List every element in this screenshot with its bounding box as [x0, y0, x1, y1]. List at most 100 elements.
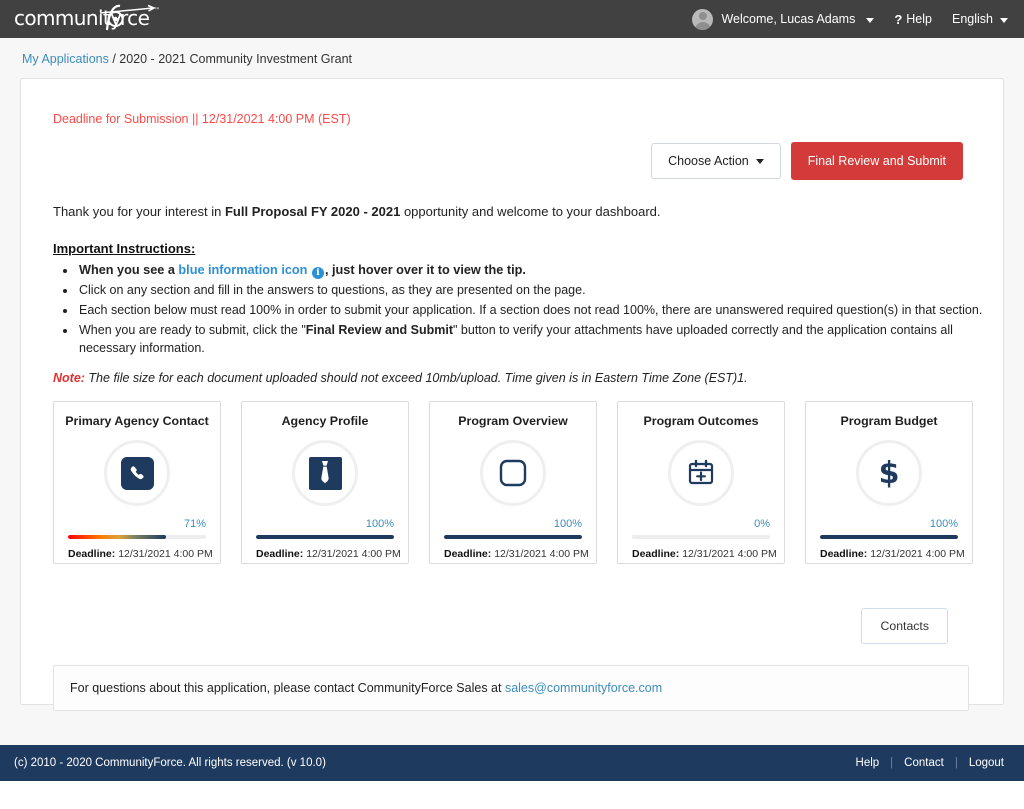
section-deadline: Deadline: 12/31/2021 4:00 PM — [806, 539, 972, 560]
support-question-box: For questions about this application, pl… — [53, 665, 969, 711]
section-card-agency-profile[interactable]: Agency Profile 100% Deadline: 12/31/20 — [241, 401, 409, 564]
help-label: Help — [906, 12, 932, 26]
instructions-list: When you see a blue information icon i, … — [21, 261, 1003, 358]
main-content-card: Deadline for Submission || 12/31/2021 4:… — [20, 78, 1004, 705]
deadline-banner: Deadline for Submission || 12/31/2021 4:… — [21, 79, 1003, 126]
section-icon-ring — [480, 440, 546, 506]
section-icon-ring: $ — [856, 440, 922, 506]
question-mark-icon: ? — [894, 12, 902, 27]
section-deadline-value: 12/31/2021 4:00 PM — [118, 548, 213, 560]
section-title: Program Outcomes — [618, 402, 784, 428]
choose-action-button[interactable]: Choose Action — [651, 143, 781, 179]
section-deadline-value: 12/31/2021 4:00 PM — [306, 548, 401, 560]
section-deadline-label: Deadline: — [68, 548, 115, 560]
section-icon-ring — [104, 440, 170, 506]
section-deadline: Deadline: 12/31/2021 4:00 PM — [54, 539, 220, 560]
top-header-bar: community rce ™ Welcome, Lucas Adams ? H… — [0, 0, 1024, 38]
instruction-1-pre: When you see a — [79, 263, 178, 277]
footer-link-contact[interactable]: Contact — [893, 757, 955, 769]
instruction-1-post: , just hover over it to view the tip. — [325, 263, 526, 277]
section-percent: 100% — [242, 519, 408, 530]
phone-icon — [121, 457, 154, 490]
intro-post: opportunity and welcome to your dashboar… — [400, 204, 660, 219]
chevron-down-icon — [756, 159, 764, 164]
sales-email-link[interactable]: sales@communityforce.com — [505, 681, 662, 695]
chevron-down-icon — [1000, 18, 1008, 23]
svg-text:$: $ — [879, 456, 900, 490]
necktie-icon — [309, 457, 342, 490]
final-review-submit-button[interactable]: Final Review and Submit — [791, 142, 963, 180]
section-deadline-value: 12/31/2021 4:00 PM — [682, 548, 777, 560]
footer-copyright: (c) 2010 - 2020 CommunityForce. All righ… — [14, 757, 326, 769]
section-icon-ring — [292, 440, 358, 506]
note-label: Note: — [53, 371, 85, 385]
header-right-group: Welcome, Lucas Adams ? Help English — [692, 9, 1008, 30]
section-card-program-budget[interactable]: Program Budget $ 100% Deadline: 12/31/20… — [805, 401, 973, 564]
section-deadline: Deadline: 12/31/2021 4:00 PM — [430, 539, 596, 560]
section-deadline-label: Deadline: — [444, 548, 491, 560]
welcome-user-menu[interactable]: Welcome, Lucas Adams — [692, 9, 874, 30]
welcome-label: Welcome, Lucas Adams — [721, 12, 855, 26]
section-card-program-overview[interactable]: Program Overview 100% Deadline: 12/31/20… — [429, 401, 597, 564]
page-root: community rce ™ Welcome, Lucas Adams ? H… — [0, 0, 1024, 809]
rounded-square-outline-icon — [498, 458, 528, 488]
section-title: Program Budget — [806, 402, 972, 428]
action-button-row: Choose Action Final Review and Submit — [21, 126, 1003, 180]
section-percent: 100% — [430, 519, 596, 530]
breadcrumb-separator: / — [109, 52, 119, 66]
chevron-down-icon — [866, 18, 874, 23]
info-icon: i — [312, 267, 324, 279]
communityforce-logo[interactable]: community rce ™ — [14, 4, 162, 34]
breadcrumb: My Applications / 2020 - 2021 Community … — [0, 38, 1024, 78]
instruction-1-blue: blue information icon — [178, 263, 307, 277]
footer-link-logout[interactable]: Logout — [958, 757, 1004, 769]
section-title: Primary Agency Contact — [54, 402, 220, 428]
contacts-button-row: Contacts — [21, 564, 1003, 644]
instruction-item-1: When you see a blue information icon i, … — [77, 261, 1003, 280]
instruction-item-4: When you are ready to submit, click the … — [77, 321, 1003, 359]
section-card-primary-agency-contact[interactable]: Primary Agency Contact 71% Deadline: 12/… — [53, 401, 221, 564]
section-deadline-label: Deadline: — [632, 548, 679, 560]
user-avatar-icon — [692, 9, 713, 30]
svg-text:™: ™ — [154, 7, 160, 14]
page-bottom-space — [0, 781, 1024, 809]
section-deadline-value: 12/31/2021 4:00 PM — [870, 548, 965, 560]
section-deadline-value: 12/31/2021 4:00 PM — [494, 548, 589, 560]
language-label: English — [952, 12, 993, 26]
footer-link-help[interactable]: Help — [845, 757, 891, 769]
language-menu[interactable]: English — [952, 12, 1008, 26]
calendar-plus-icon — [686, 458, 716, 488]
section-deadline-label: Deadline: — [820, 548, 867, 560]
instruction-item-2: Click on any section and fill in the ans… — [77, 281, 1003, 300]
section-card-program-outcomes[interactable]: Program Outcomes 0% — [617, 401, 785, 564]
section-icon-ring — [668, 440, 734, 506]
intro-opportunity-name: Full Proposal FY 2020 - 2021 — [225, 204, 400, 219]
contacts-button[interactable]: Contacts — [861, 608, 948, 644]
breadcrumb-link-my-applications[interactable]: My Applications — [22, 52, 109, 66]
section-card-row: Primary Agency Contact 71% Deadline: 12/… — [21, 385, 1003, 564]
section-percent: 0% — [618, 519, 784, 530]
section-title: Agency Profile — [242, 402, 408, 428]
note-text: Note: The file size for each document up… — [21, 359, 1003, 385]
intro-pre: Thank you for your interest in — [53, 204, 225, 219]
breadcrumb-current: 2020 - 2021 Community Investment Grant — [119, 52, 352, 66]
instructions-title: Important Instructions: — [21, 219, 1003, 256]
footer-links: Help|Contact|Logout — [845, 757, 1004, 769]
instruction-item-3: Each section below must read 100% in ord… — [77, 301, 1003, 320]
instruction-4-pre: When you are ready to submit, click the … — [79, 323, 306, 337]
section-title: Program Overview — [430, 402, 596, 428]
footer-bar: (c) 2010 - 2020 CommunityForce. All righ… — [0, 745, 1024, 781]
choose-action-label: Choose Action — [668, 154, 749, 168]
section-deadline: Deadline: 12/31/2021 4:00 PM — [618, 539, 784, 560]
dollar-sign-icon: $ — [872, 456, 906, 490]
section-deadline-label: Deadline: — [256, 548, 303, 560]
note-body: The file size for each document uploaded… — [85, 371, 748, 385]
section-deadline: Deadline: 12/31/2021 4:00 PM — [242, 539, 408, 560]
intro-text: Thank you for your interest in Full Prop… — [21, 180, 1003, 219]
section-percent: 71% — [54, 519, 220, 530]
instruction-4-bold: Final Review and Submit — [306, 323, 453, 337]
help-menu[interactable]: ? Help — [894, 12, 932, 27]
support-question-text: For questions about this application, pl… — [70, 681, 505, 695]
section-percent: 100% — [806, 519, 972, 530]
svg-text:community: community — [14, 6, 122, 30]
